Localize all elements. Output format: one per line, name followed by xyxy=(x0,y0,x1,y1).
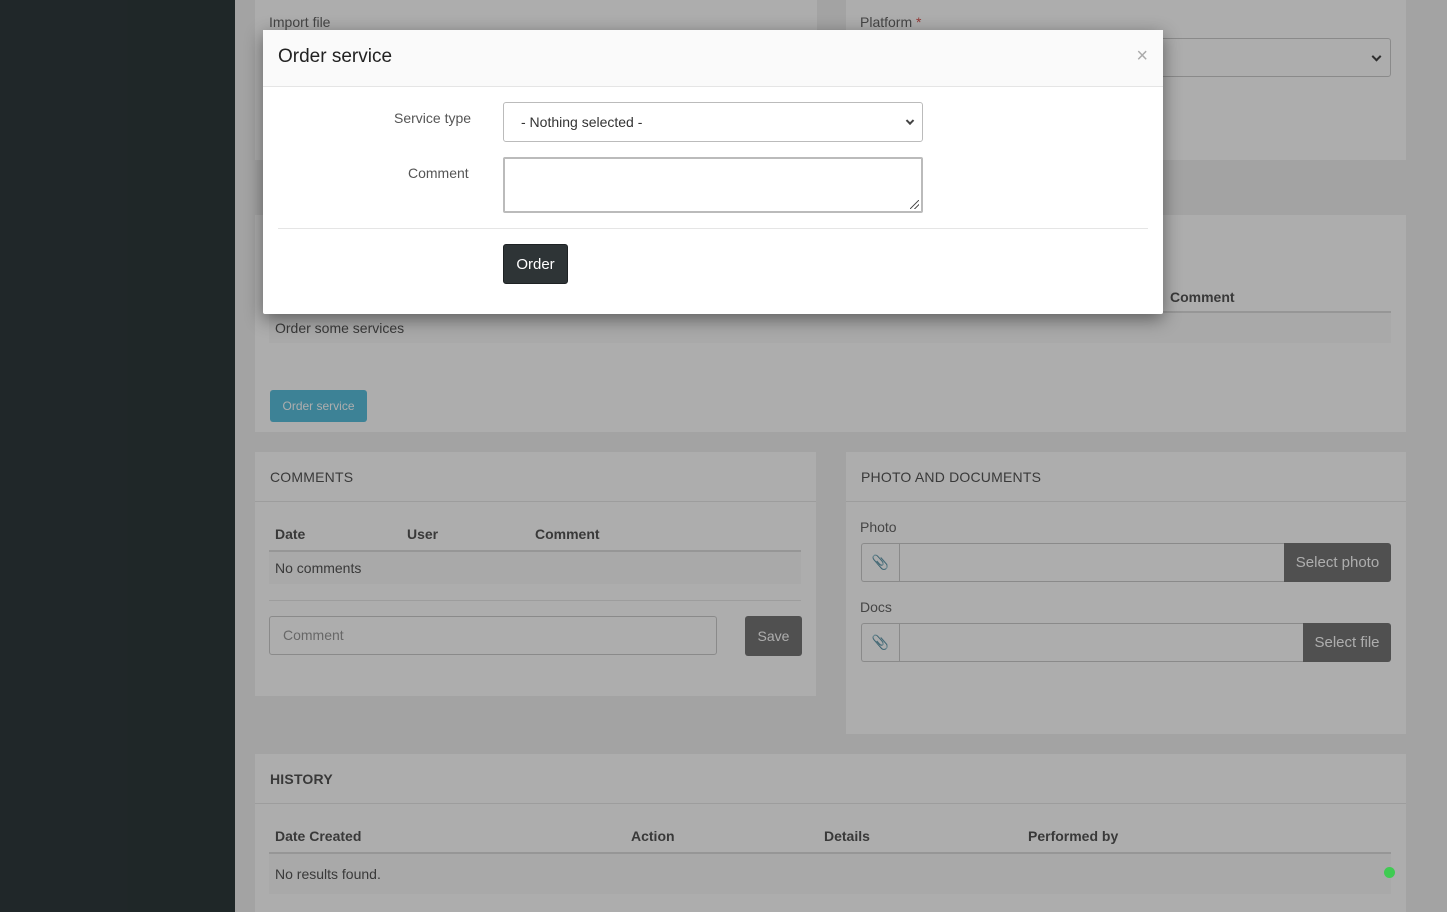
service-type-value: - Nothing selected - xyxy=(521,114,643,130)
modal-title: Order service xyxy=(278,46,393,67)
order-button[interactable]: Order xyxy=(503,244,568,284)
chevron-down-icon xyxy=(905,116,915,126)
modal-divider xyxy=(278,228,1148,229)
service-type-select[interactable]: - Nothing selected - xyxy=(503,102,923,142)
close-icon[interactable]: × xyxy=(1136,46,1148,66)
comment-label: Comment xyxy=(408,165,469,181)
comment-textarea[interactable] xyxy=(503,157,923,213)
modal-header: Order service × xyxy=(263,30,1163,87)
status-dot xyxy=(1384,867,1395,878)
resize-handle-icon[interactable] xyxy=(910,200,919,209)
service-type-label: Service type xyxy=(394,110,472,126)
order-service-modal: Order service × Service type - Nothing s… xyxy=(263,30,1163,314)
